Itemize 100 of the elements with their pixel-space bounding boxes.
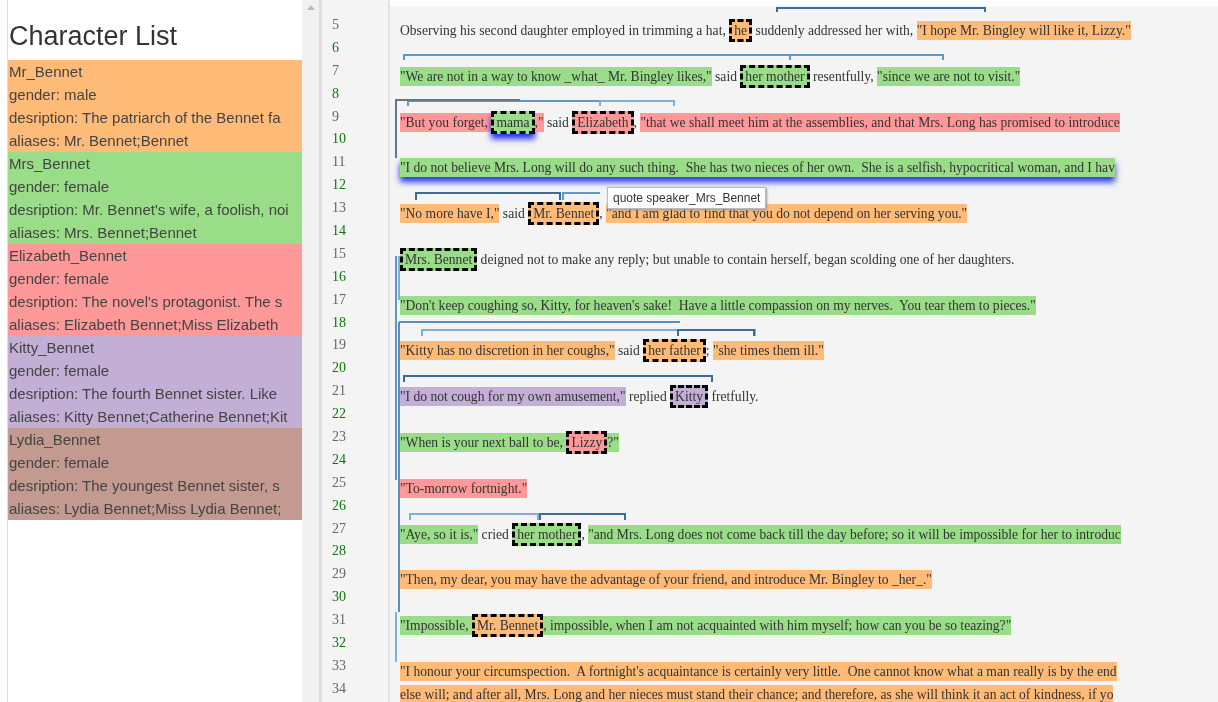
narration-text: , [633,114,638,130]
quote-span[interactable]: "Kitty has no discretion in her coughs," [400,341,615,361]
quote-span[interactable]: "I hope Mr. Bingley will like it, Lizzy." [916,21,1131,40]
narration-text: deigned not to make any reply; but unable to contain herself, began scolding one of her daughters. [479,251,1015,267]
line-number: 24 [332,451,346,467]
line-number: 10 [332,131,346,147]
line-number: 7 [332,62,339,78]
line-number: 34 [332,680,346,696]
line-number: 12 [332,177,346,193]
character-card[interactable]: Lydia_Bennet gender: female desription: The youngest Bennet sister, s aliases: Lydia Bennet;Miss Lydia Bennet; [8,428,302,521]
character-detail: gender: female [9,177,111,198]
quote-span[interactable]: "Impossible, [400,616,472,636]
speaker-mention[interactable]: Mr. Bennet [528,202,600,226]
character-name: Elizabeth_Bennet [9,246,128,267]
character-detail: desription: The youngest Bennet sister, s [9,476,281,497]
quote-span[interactable]: "We are not in a way to know _what_ Mr. Bingley likes," [400,66,712,86]
speaker-mention[interactable]: he [729,19,753,42]
line-number: 27 [332,520,346,536]
quote-span[interactable]: "To-morrow fortnight." [400,478,528,498]
line-number: 25 [332,474,346,490]
narration-text: said [617,343,641,359]
character-card[interactable]: Mrs_Bennet gender: female desription: Mr. Bennet's wife, a foolish, noi aliases: Mrs. Bennet;Bennet [8,152,302,245]
character-name: Kitty_Bennet [9,338,96,359]
speaker-mention[interactable]: her father [643,339,706,363]
quote-span[interactable]: "that we shall meet him at the assemblies, and that Mrs. Long has promised to introduce [640,112,1120,132]
quote-span[interactable]: "she times them ill." [712,341,824,361]
line-number: 20 [332,360,346,376]
quote-span[interactable]: "But you forget, [400,112,492,132]
narration-text: fretfully. [710,389,759,405]
quote-span[interactable]: , impossible, when I am not acquainted with him myself; how can you be so teazing?" [543,616,1012,636]
character-detail: desription: The novel's protagonist. The s [9,292,284,313]
narration-text: cried [480,526,510,542]
line-number: 15 [332,245,346,261]
tooltip: quote speaker_Mrs_Bennet [607,187,767,209]
character-card[interactable]: Elizabeth_Bennet gender: female desription: The novel's protagonist. The s aliases: Elizabeth Bennet;Miss Elizabeth [8,244,302,337]
narration-text: said [545,114,570,130]
line-number: 5 [332,17,339,32]
character-detail: desription: Mr. Bennet's wife, a foolish, noi [9,200,290,221]
character-card[interactable]: Mr_Bennet gender: male desription: The patriarch of the Bennet fa aliases: Mr. Bennet;Bennet [8,60,302,153]
narration-text: replied [627,389,668,405]
speaker-mention[interactable]: her mother [740,64,810,88]
quote-span[interactable]: "since we are not to visit." [877,66,1021,86]
quote-span[interactable]: "I do not cough for my own amusement," [400,387,626,407]
character-detail: aliases: Elizabeth Bennet;Miss Elizabeth [9,315,280,336]
speaker-mention[interactable]: Lizzy [566,431,608,455]
quote-span[interactable]: ," [534,112,544,132]
character-detail: desription: The patriarch of the Bennet fa [9,108,282,129]
character-name: Mr_Bennet [9,62,84,83]
line-number: 11 [332,154,346,170]
line-number: 21 [332,383,346,399]
quote-span[interactable]: "Don't keep coughing so, Kitty, for heaven's sake! Have a little compassion on my nerves. You tear them to pieces." [400,295,1036,315]
character-detail: gender: female [9,361,111,382]
line-number: 26 [332,497,346,513]
line-number: 33 [332,657,346,673]
character-detail: aliases: Lydia Bennet;Miss Lydia Bennet; [9,499,283,520]
narration-text: resentfully, [812,68,875,84]
quote-span[interactable]: "and Mrs. Long does not come back till the day before; so it will be impossible for her to introduc [588,524,1121,544]
narration-text: ; [705,343,711,359]
character-detail: desription: The fourth Bennet sister. Like [9,384,279,405]
quote-span[interactable]: ?" [607,433,619,453]
line-number: 8 [332,85,339,101]
quote-span[interactable]: "Aye, so it is," [400,524,479,544]
speaker-mention[interactable]: Elizabeth [572,110,634,134]
line-number: 17 [332,291,346,307]
character-name: Lydia_Bennet [9,430,102,451]
character-detail: gender: female [9,453,111,474]
speaker-mention[interactable]: her mother [512,522,582,546]
panel-title: Character List [8,20,179,53]
line-number: 32 [332,635,346,651]
narration-text: said [714,68,738,84]
speaker-mention[interactable]: mama [491,110,535,134]
line-number: 28 [332,543,346,559]
line-number: 14 [332,223,346,238]
line-number: 9 [332,108,339,124]
line-number: 13 [332,200,346,216]
speaker-mention[interactable]: Mr. Bennet [472,614,544,638]
scroll-up-icon[interactable] [305,4,316,10]
narration-text: Observing his second daughter employed in trimming a hat, [400,23,727,38]
narration-text: said [501,206,526,222]
character-detail: aliases: Mr. Bennet;Bennet [9,131,190,152]
line-number: 6 [332,39,339,55]
quote-span[interactable]: "Then, my dear, you may have the advantage of your friend, and introduce Mr. Bingley to _her_." [400,570,932,590]
speaker-mention[interactable]: Kitty [670,385,709,409]
line-number: 31 [332,612,346,628]
line-number: 30 [332,589,346,605]
speaker-mention[interactable]: Mrs. Bennet [400,247,478,271]
line-number: 19 [332,337,346,353]
quote-span[interactable]: "No more have I," [400,204,500,224]
narration-text: , [599,206,604,222]
character-name: Mrs_Bennet [9,154,91,175]
narration-text: , [581,526,586,542]
quote-span[interactable]: "I honour your circumspection. A fortnight's acquaintance is certainly very little. One cannot know what a man really is by the end [400,661,1117,681]
line-number: 22 [332,406,346,422]
character-detail: gender: female [9,269,111,290]
quote-span[interactable]: "When is your next ball to be, [400,433,567,453]
character-card[interactable]: Kitty_Bennet gender: female desription: The fourth Bennet sister. Like aliases: Kitty Bennet;Catherine Bennet;Kit [8,336,302,429]
line-number: 23 [332,429,346,445]
quote-span[interactable]: "I do not believe Mrs. Long will do any such thing. She has two nieces of her own. She is a selfish, hypocritical woman, and I hav [400,158,1115,178]
quote-span[interactable]: else will; and after all, Mrs. Long and her nieces must stand their chance; and therefore, as she will think it an act of kindness, if yo [400,684,1114,702]
character-detail: aliases: Mrs. Bennet;Bennet [9,223,198,244]
